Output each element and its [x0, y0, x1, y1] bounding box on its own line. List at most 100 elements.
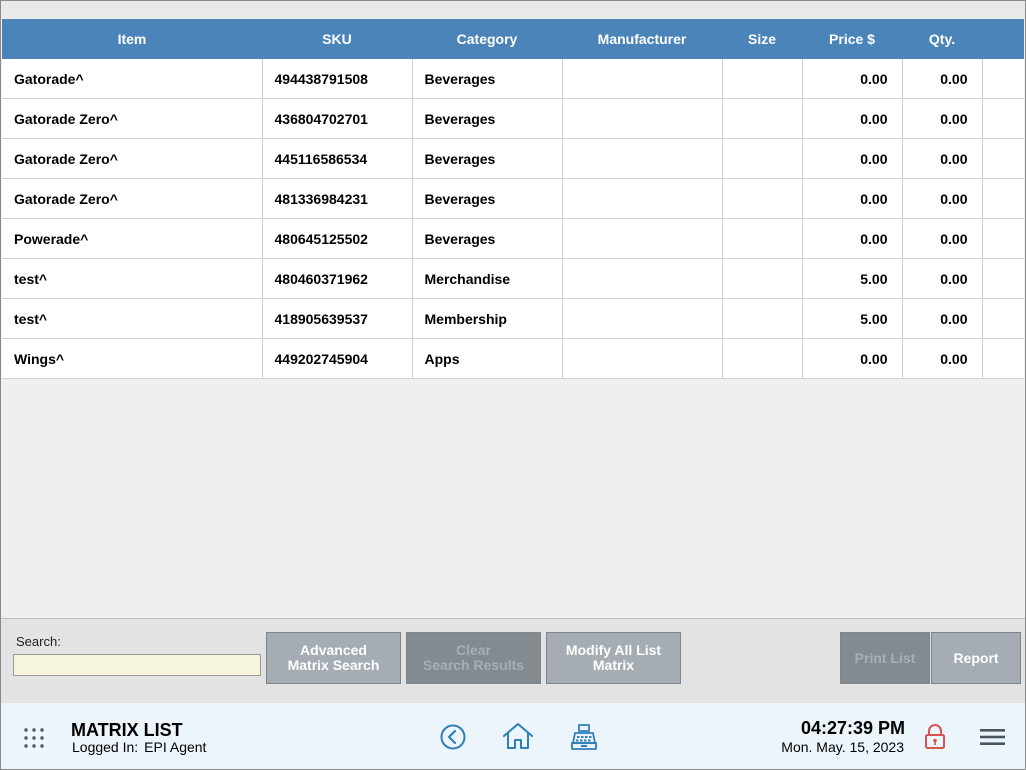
table-row[interactable]: Gatorade^ 494438791508 Beverages 0.00 0.… — [2, 59, 1024, 99]
cell-manufacturer — [562, 98, 723, 139]
cell-qty: 0.00 — [902, 338, 983, 379]
lock-icon[interactable] — [924, 724, 946, 750]
cell-manufacturer — [562, 218, 723, 259]
column-header-spacer — [982, 19, 1024, 59]
cell-category: Merchandise — [412, 258, 563, 299]
cell-price: 0.00 — [802, 98, 903, 139]
column-header-sku[interactable]: SKU — [262, 19, 412, 59]
cell-spacer — [982, 98, 1024, 139]
advanced-matrix-search-button[interactable]: Advanced Matrix Search — [266, 632, 401, 684]
column-header-manufacturer[interactable]: Manufacturer — [562, 19, 722, 59]
cell-manufacturer — [562, 59, 723, 99]
cell-sku: 481336984231 — [262, 178, 413, 219]
cell-spacer — [982, 138, 1024, 179]
cell-qty: 0.00 — [902, 138, 983, 179]
cell-price: 0.00 — [802, 338, 903, 379]
cell-size — [722, 298, 803, 339]
cell-qty: 0.00 — [902, 258, 983, 299]
cell-price: 0.00 — [802, 178, 903, 219]
cell-category: Beverages — [412, 178, 563, 219]
logged-in-user: EPI Agent — [144, 739, 207, 755]
cell-spacer — [982, 298, 1024, 339]
logged-in-status: Logged In: EPI Agent — [72, 739, 206, 755]
cell-item: Gatorade Zero^ — [2, 98, 263, 139]
modify-all-list-matrix-button[interactable]: Modify All List Matrix — [546, 632, 681, 684]
cell-spacer — [982, 218, 1024, 259]
column-header-category[interactable]: Category — [412, 19, 562, 59]
cell-item: Wings^ — [2, 338, 263, 379]
cell-price: 5.00 — [802, 258, 903, 299]
cell-sku: 480460371962 — [262, 258, 413, 299]
cell-sku: 445116586534 — [262, 138, 413, 179]
modify-all-label-line2: Matrix — [592, 657, 635, 673]
app-window: Item SKU Category Manufacturer Size Pric… — [0, 0, 1026, 770]
cell-size — [722, 138, 803, 179]
cell-qty: 0.00 — [902, 298, 983, 339]
clock-date: Mon. May. 15, 2023 — [781, 739, 904, 755]
cell-size — [722, 178, 803, 219]
cell-item: Gatorade Zero^ — [2, 138, 263, 179]
table-row[interactable]: Wings^ 449202745904 Apps 0.00 0.00 — [2, 338, 1024, 379]
advanced-search-label-line1: Advanced — [300, 642, 367, 658]
modify-all-label-line1: Modify All List — [565, 642, 662, 658]
table-row[interactable]: Gatorade Zero^ 436804702701 Beverages 0.… — [2, 98, 1024, 139]
table-header-row: Item SKU Category Manufacturer Size Pric… — [2, 19, 1024, 59]
cash-register-icon[interactable] — [570, 723, 598, 751]
cell-qty: 0.00 — [902, 98, 983, 139]
cell-item: test^ — [2, 258, 263, 299]
cell-size — [722, 218, 803, 259]
column-header-qty[interactable]: Qty. — [902, 19, 982, 59]
cell-item: test^ — [2, 298, 263, 339]
cell-sku: 480645125502 — [262, 218, 413, 259]
cell-qty: 0.00 — [902, 178, 983, 219]
search-input[interactable] — [13, 654, 261, 676]
cell-spacer — [982, 338, 1024, 379]
table-row[interactable]: Gatorade Zero^ 445116586534 Beverages 0.… — [2, 138, 1024, 179]
column-header-size[interactable]: Size — [722, 19, 802, 59]
cell-item: Powerade^ — [2, 218, 263, 259]
cell-category: Beverages — [412, 98, 563, 139]
cell-spacer — [982, 59, 1024, 99]
cell-manufacturer — [562, 258, 723, 299]
cell-sku: 449202745904 — [262, 338, 413, 379]
column-header-price[interactable]: Price $ — [802, 19, 902, 59]
cell-size — [722, 258, 803, 299]
report-button[interactable]: Report — [931, 632, 1021, 684]
page-title: MATRIX LIST — [71, 720, 183, 740]
cell-category: Apps — [412, 338, 563, 379]
matrix-table-container: Item SKU Category Manufacturer Size Pric… — [2, 19, 1024, 617]
cell-sku: 494438791508 — [262, 59, 413, 99]
clear-results-label-line1: Clear — [455, 642, 491, 658]
cell-qty: 0.00 — [902, 59, 983, 99]
table-row[interactable]: Powerade^ 480645125502 Beverages 0.00 0.… — [2, 218, 1024, 259]
action-bar: Search: Advanced Matrix Search Clear Searc… — [1, 618, 1025, 703]
cell-manufacturer — [562, 338, 723, 379]
chevron-left-circle-icon[interactable] — [440, 724, 466, 750]
cell-item: Gatorade Zero^ — [2, 178, 263, 219]
cell-manufacturer — [562, 298, 723, 339]
footer-bar: MATRIX LIST Logged In: EPI Agent 04:27:3… — [1, 703, 1025, 769]
cell-price: 0.00 — [802, 138, 903, 179]
cell-price: 0.00 — [802, 59, 903, 99]
grid-dots-icon[interactable] — [23, 727, 45, 749]
cell-category: Beverages — [412, 59, 563, 99]
cell-size — [722, 59, 803, 99]
table-row[interactable]: test^ 480460371962 Merchandise 5.00 0.00 — [2, 258, 1024, 299]
clear-search-results-button[interactable]: Clear Search Results — [406, 632, 541, 684]
top-strip — [1, 1, 1025, 18]
hamburger-menu-icon[interactable] — [980, 727, 1005, 747]
table-row[interactable]: Gatorade Zero^ 481336984231 Beverages 0.… — [2, 178, 1024, 219]
table-row[interactable]: test^ 418905639537 Membership 5.00 0.00 — [2, 298, 1024, 339]
home-icon[interactable] — [502, 722, 534, 750]
cell-sku: 418905639537 — [262, 298, 413, 339]
cell-spacer — [982, 258, 1024, 299]
cell-category: Membership — [412, 298, 563, 339]
cell-category: Beverages — [412, 138, 563, 179]
matrix-table: Item SKU Category Manufacturer Size Pric… — [2, 19, 1024, 379]
cell-price: 0.00 — [802, 218, 903, 259]
clock-time: 04:27:39 PM — [800, 718, 905, 738]
column-header-item[interactable]: Item — [2, 19, 262, 59]
print-list-button[interactable]: Print List — [840, 632, 930, 684]
cell-manufacturer — [562, 138, 723, 179]
cell-price: 5.00 — [802, 298, 903, 339]
